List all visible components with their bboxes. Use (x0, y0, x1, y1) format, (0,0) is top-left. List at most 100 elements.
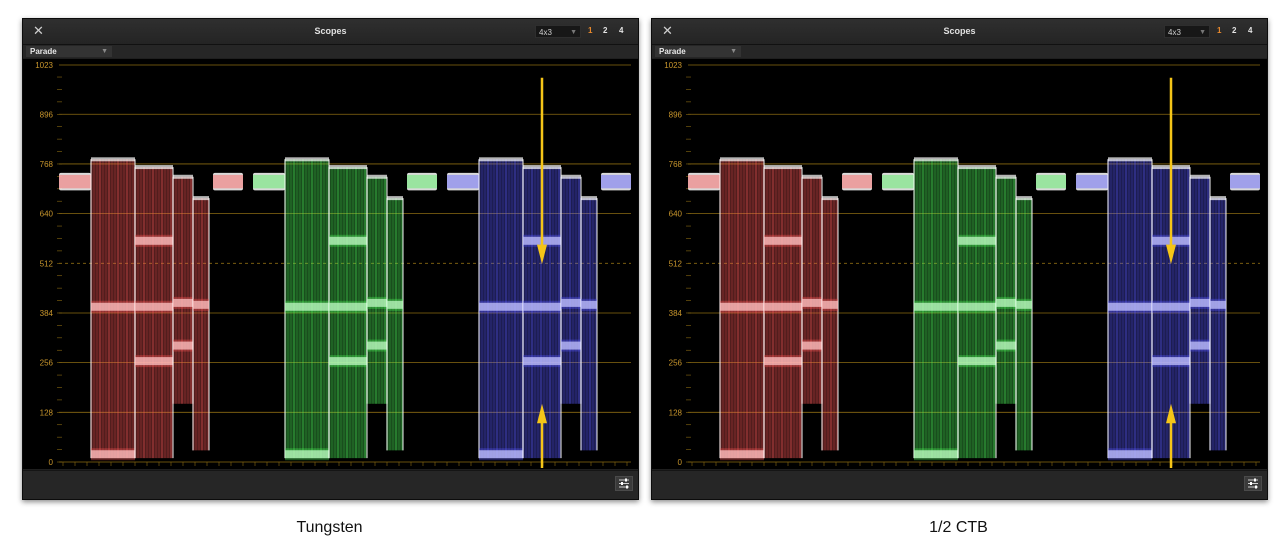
waveform-glow (523, 300, 561, 313)
waveform-glow (996, 339, 1016, 352)
waveform-glow (764, 234, 802, 247)
caption-tungsten: Tungsten (296, 519, 363, 536)
scale-label: 640 (40, 210, 54, 219)
scale-label: 256 (669, 359, 683, 368)
waveform-cap-tint (1230, 174, 1260, 189)
parade-scope: 1023 896 768 640 512 384 256 128 0 (23, 59, 638, 469)
waveform-glow (193, 298, 209, 311)
waveform-top (193, 196, 209, 201)
blue-channel (447, 157, 631, 461)
waveform-glow (581, 298, 597, 311)
view-count-4-button[interactable]: 4 (619, 26, 623, 35)
waveform-glow (822, 298, 838, 311)
mode-bar: Parade ▼ (23, 45, 638, 58)
waveform-glow (958, 234, 996, 247)
waveform-top (367, 174, 387, 179)
caption-ctb: 1/2 CTB (929, 519, 988, 536)
waveform-top (387, 196, 403, 201)
scope-mode-dropdown[interactable]: Parade ▼ (655, 46, 741, 57)
layout-dropdown[interactable]: 4x3 ▼ (1164, 25, 1210, 38)
waveform-cap-tint (1076, 174, 1108, 189)
view-count-1-button[interactable]: 1 (1217, 26, 1221, 35)
waveform-glow (329, 300, 367, 313)
waveform-cap-tint (842, 174, 872, 189)
chevron-down-icon: ▼ (730, 48, 737, 55)
waveform-trace (1210, 198, 1226, 451)
waveform-top (1190, 174, 1210, 179)
waveform-top (996, 174, 1016, 179)
waveform-glow (720, 448, 764, 461)
settings-sliders-icon[interactable] (615, 476, 633, 491)
waveform-glow (914, 448, 958, 461)
waveform-top (1210, 196, 1226, 201)
scale-label: 0 (49, 458, 54, 467)
waveform-glow (561, 339, 581, 352)
layout-value: 4x3 (1168, 28, 1181, 37)
waveform-glow (135, 355, 173, 368)
close-icon[interactable]: ✕ (662, 24, 673, 38)
layout-dropdown[interactable]: 4x3 ▼ (535, 25, 581, 38)
scope-mode-dropdown[interactable]: Parade ▼ (26, 46, 112, 57)
scale-label: 384 (669, 309, 683, 318)
waveform-top (1108, 157, 1152, 162)
waveform-cap-tint (253, 174, 285, 189)
waveform-glow (285, 300, 329, 313)
waveform-glow (764, 300, 802, 313)
waveform-glow (285, 448, 329, 461)
scale-label: 512 (669, 259, 683, 268)
title-bar: ✕ Scopes 4x3 ▼ 1 2 4 (23, 19, 638, 45)
scale-label: 896 (40, 110, 54, 119)
waveform-glow (802, 296, 822, 309)
waveform-cap-tint (447, 174, 479, 189)
scale-label: 896 (669, 110, 683, 119)
waveform-trace (1016, 198, 1032, 451)
mode-bar: Parade ▼ (652, 45, 1267, 58)
waveform-glow (802, 339, 822, 352)
red-channel (688, 157, 872, 461)
waveform-cap-tint (407, 174, 437, 189)
waveform-glow (996, 296, 1016, 309)
waveform-glow (1190, 339, 1210, 352)
waveform-top (479, 157, 523, 162)
waveform-top (329, 165, 367, 170)
waveform-glow (387, 298, 403, 311)
waveform-glow (329, 234, 367, 247)
view-count-2-button[interactable]: 2 (603, 26, 607, 35)
waveform-cap-tint (59, 174, 91, 189)
scale-label: 768 (669, 160, 683, 169)
scale-label: 384 (40, 309, 54, 318)
waveform-top (802, 174, 822, 179)
waveform-trace (581, 198, 597, 451)
scope-mode-value: Parade (659, 47, 686, 56)
parade-graph: 1023 896 768 640 512 384 256 128 0 (664, 61, 1260, 468)
waveform-glow (1108, 300, 1152, 313)
waveform-cap-tint (601, 174, 631, 189)
view-count-4-button[interactable]: 4 (1248, 26, 1252, 35)
scale-label: 1023 (664, 61, 682, 70)
footer-bar (652, 470, 1267, 499)
waveform-glow (91, 448, 135, 461)
waveform-glow (523, 355, 561, 368)
view-count-2-button[interactable]: 2 (1232, 26, 1236, 35)
waveform-cap-tint (213, 174, 243, 189)
settings-sliders-icon[interactable] (1244, 476, 1262, 491)
waveform-glow (561, 296, 581, 309)
waveform-glow (91, 300, 135, 313)
scale-label: 128 (40, 408, 54, 417)
title-bar: ✕ Scopes 4x3 ▼ 1 2 4 (652, 19, 1267, 45)
blue-channel (1076, 157, 1260, 461)
scale-label: 640 (669, 210, 683, 219)
waveform-trace (387, 198, 403, 451)
waveform-glow (764, 355, 802, 368)
parade-graph: 1023 896 768 640 512 384 256 128 0 (35, 61, 631, 468)
scope-mode-value: Parade (30, 47, 57, 56)
waveform-glow (958, 355, 996, 368)
close-icon[interactable]: ✕ (33, 24, 44, 38)
chevron-down-icon: ▼ (1199, 29, 1206, 36)
waveform-glow (1016, 298, 1032, 311)
waveform-glow (1210, 298, 1226, 311)
view-count-1-button[interactable]: 1 (588, 26, 592, 35)
waveform-cap-tint (1036, 174, 1066, 189)
waveform-top (91, 157, 135, 162)
waveform-glow (1152, 300, 1190, 313)
